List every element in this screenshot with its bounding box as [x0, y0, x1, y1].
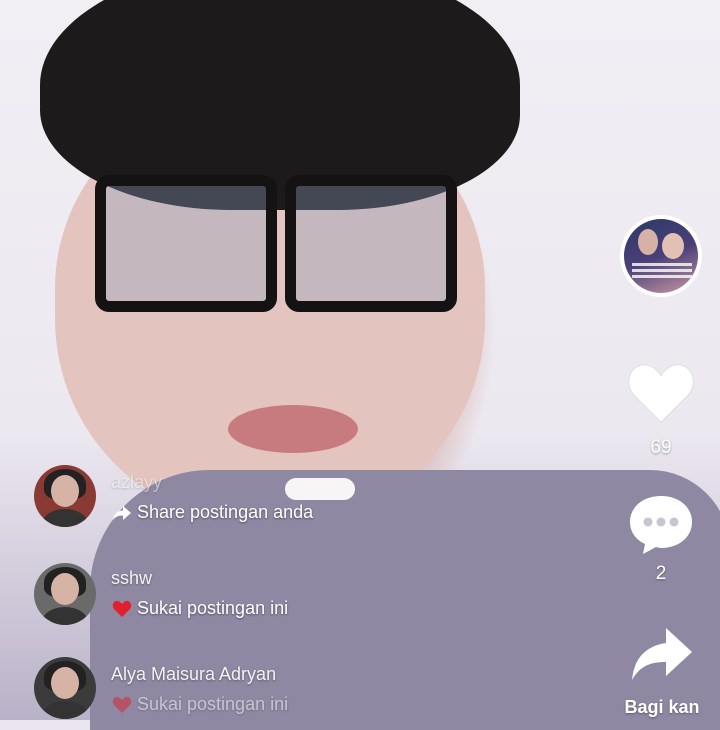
video-frame[interactable]: [0, 0, 720, 730]
activity-text: Share postingan anda: [112, 502, 313, 523]
like-count: 69: [650, 437, 672, 458]
share-label: Bagi kan: [624, 697, 700, 717]
like-button[interactable]: 69: [626, 362, 696, 459]
comment-button[interactable]: 2: [628, 494, 694, 585]
comment-count: 2: [655, 563, 667, 584]
comment-bubble-icon: [630, 496, 692, 554]
activity-text: Sukai postingan ini: [112, 598, 288, 619]
activity-text: Sukai postingan ini: [112, 694, 288, 715]
activity-text-label: Sukai postingan ini: [137, 694, 289, 714]
share-arrow-icon: [632, 628, 692, 680]
headset-mic: [285, 478, 355, 500]
heart-icon: [112, 600, 132, 617]
sound-disc[interactable]: [620, 215, 702, 297]
person-lips: [228, 405, 358, 453]
activity-username[interactable]: azlayy: [111, 472, 162, 493]
avatar[interactable]: [34, 563, 96, 625]
person-glasses: [95, 175, 457, 312]
activity-text-label: Sukai postingan ini: [137, 598, 289, 618]
activity-text-label: Share postingan anda: [137, 502, 314, 522]
avatar[interactable]: [34, 465, 96, 527]
share-arrow-icon: [113, 505, 131, 520]
share-button[interactable]: Bagi kan: [612, 626, 712, 718]
activity-username[interactable]: Alya Maisura Adryan: [111, 664, 276, 685]
activity-username[interactable]: sshw: [111, 568, 152, 589]
heart-icon: [112, 696, 132, 713]
avatar[interactable]: [34, 657, 96, 719]
heart-icon: [628, 364, 694, 423]
